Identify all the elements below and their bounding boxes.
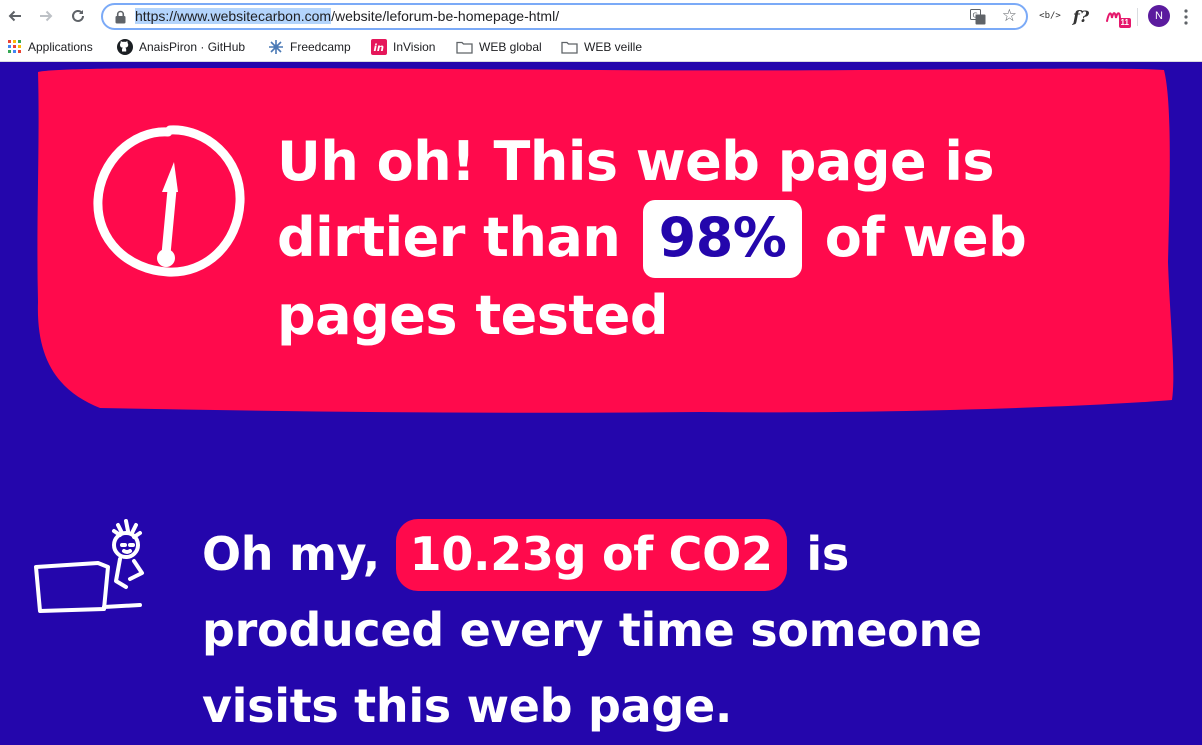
apps-grid-icon bbox=[8, 40, 21, 53]
bookmarks-bar: Applications AnaisPiron · GitHub Freedca… bbox=[0, 33, 1202, 62]
bookmark-label: Freedcamp bbox=[290, 40, 351, 54]
laptop-person-illustration bbox=[34, 519, 144, 613]
m-extension-icon[interactable]: 11 bbox=[1104, 6, 1131, 28]
back-arrow-icon[interactable] bbox=[4, 5, 26, 27]
bookmark-applications[interactable]: Applications bbox=[8, 39, 93, 55]
bookmark-label: WEB global bbox=[479, 40, 542, 54]
github-icon bbox=[117, 39, 133, 55]
reload-icon[interactable] bbox=[67, 5, 89, 27]
bookmark-invision[interactable]: in InVision bbox=[371, 39, 435, 55]
page-content: Uh oh! This web page is dirtier than 98%… bbox=[0, 62, 1202, 745]
profile-avatar[interactable]: N bbox=[1148, 5, 1170, 27]
co2-prefix: Oh my, bbox=[202, 527, 380, 581]
invision-icon: in bbox=[371, 39, 387, 55]
browser-toolbar: https://www.websitecarbon.com/website/le… bbox=[0, 0, 1202, 33]
font-finder-extension-icon[interactable]: f? bbox=[1072, 6, 1090, 26]
bookmark-label: WEB veille bbox=[584, 40, 643, 54]
bookmark-web-global[interactable]: WEB global bbox=[456, 39, 542, 55]
folder-icon bbox=[456, 41, 473, 54]
address-bar[interactable]: https://www.websitecarbon.com/website/le… bbox=[101, 3, 1028, 30]
bookmark-github[interactable]: AnaisPiron · GitHub bbox=[117, 39, 245, 55]
url-text[interactable]: https://www.websitecarbon.com/website/le… bbox=[135, 8, 559, 24]
translate-icon[interactable]: G bbox=[970, 9, 986, 25]
freedcamp-icon bbox=[269, 40, 283, 54]
kebab-menu-icon[interactable] bbox=[1184, 9, 1188, 25]
percentile-badge: 98% bbox=[642, 200, 803, 278]
extension-badge: 11 bbox=[1118, 18, 1131, 28]
co2-statement: Oh my, 10.23g of CO2 is produced every t… bbox=[202, 516, 1102, 744]
toolbar-divider bbox=[1137, 8, 1138, 26]
bookmark-label: InVision bbox=[393, 40, 436, 54]
bookmark-label: AnaisPiron · GitHub bbox=[139, 40, 246, 54]
co2-amount-badge: 10.23g of CO2 bbox=[395, 519, 787, 591]
url-path: /website/leforum-be-homepage-html/ bbox=[331, 8, 560, 24]
folder-icon bbox=[561, 41, 578, 54]
lock-icon[interactable] bbox=[114, 10, 127, 24]
bookmark-label: Applications bbox=[28, 40, 93, 54]
bookmark-freedcamp[interactable]: Freedcamp bbox=[268, 39, 351, 55]
stopwatch-icon bbox=[93, 125, 245, 277]
svg-text:in: in bbox=[374, 43, 385, 54]
dirtiness-headline: Uh oh! This web page is dirtier than 98%… bbox=[277, 124, 1157, 354]
bookmark-web-veille[interactable]: WEB veille bbox=[561, 39, 642, 55]
bookmark-star-icon[interactable]: ☆ bbox=[1002, 6, 1017, 26]
svg-text:G: G bbox=[973, 12, 978, 20]
url-host: https://www.websitecarbon.com bbox=[135, 8, 332, 24]
code-extension-icon[interactable]: <b/> bbox=[1039, 6, 1061, 26]
forward-arrow-icon[interactable] bbox=[35, 5, 57, 27]
